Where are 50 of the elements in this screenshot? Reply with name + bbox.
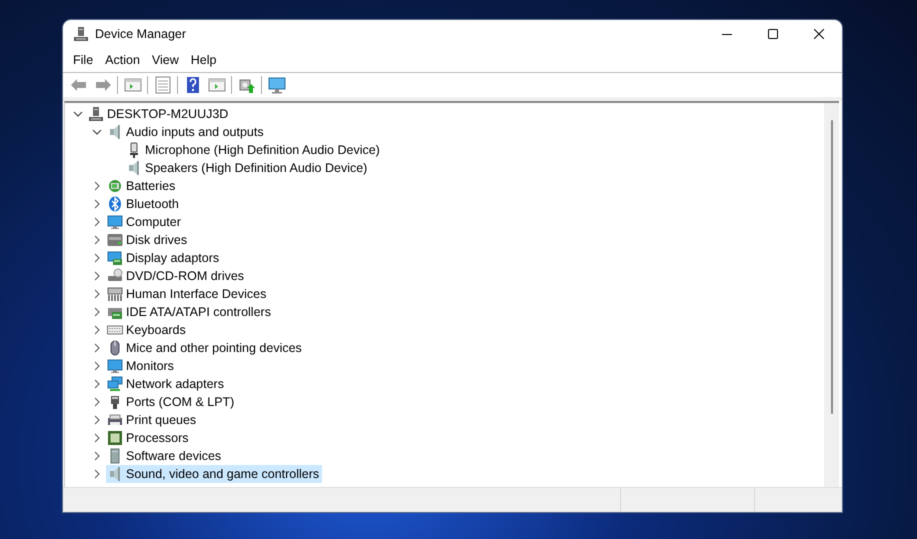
properties-icon xyxy=(154,76,172,94)
tree-item[interactable]: Batteries xyxy=(106,177,178,195)
speaker-icon xyxy=(126,160,142,176)
menu-item[interactable]: View xyxy=(146,51,185,69)
chip-icon xyxy=(107,430,123,446)
menu-item[interactable]: Help xyxy=(184,51,222,69)
tree-item[interactable]: Microphone (High Definition Audio Device) xyxy=(125,141,383,159)
tree-item[interactable]: Monitors xyxy=(106,357,177,375)
drive-icon xyxy=(107,232,123,248)
tree-item[interactable]: DESKTOP-M2UUJ3D xyxy=(87,105,232,123)
forward-icon xyxy=(94,76,112,94)
computer-tower-icon xyxy=(88,106,104,122)
tree-item[interactable]: IDE ATA/ATAPI controllers xyxy=(106,303,274,321)
battery-icon xyxy=(107,178,123,194)
tree-item[interactable]: Bluetooth xyxy=(106,195,182,213)
monitor-icon xyxy=(107,358,123,374)
speaker-icon xyxy=(107,466,123,482)
tree-item[interactable]: Software devices xyxy=(106,447,224,465)
monitor-icon xyxy=(107,214,123,230)
scrollbar[interactable] xyxy=(824,103,839,487)
window-title: Device Manager xyxy=(95,27,188,41)
tree-item[interactable]: Disk drives xyxy=(106,231,190,249)
tree-item[interactable]: Mice and other pointing devices xyxy=(106,339,305,357)
action-pane-icon xyxy=(208,76,226,94)
tree-item[interactable]: Audio inputs and outputs xyxy=(106,123,267,141)
display-adapter-icon xyxy=(107,250,123,266)
bluetooth-icon xyxy=(107,196,123,212)
tree-item[interactable]: Network adapters xyxy=(106,375,227,393)
hid-icon xyxy=(107,286,123,302)
maximize-icon xyxy=(768,29,778,39)
tree-item[interactable]: Ports (COM & LPT) xyxy=(106,393,238,411)
device-monitor-icon xyxy=(268,76,286,94)
menu-item[interactable]: File xyxy=(67,51,100,69)
tree-item[interactable]: Human Interface Devices xyxy=(106,285,270,303)
printer-icon xyxy=(107,412,123,428)
tree-item[interactable]: DVD/CD-ROM drives xyxy=(106,267,248,285)
disc-drive-icon xyxy=(107,268,123,284)
tree-item[interactable]: Keyboards xyxy=(106,321,189,339)
menu-item[interactable]: Action xyxy=(99,51,146,69)
speaker-icon xyxy=(107,124,123,140)
app-icon xyxy=(73,26,89,42)
tree-item[interactable]: Print queues xyxy=(106,411,200,429)
tree-item[interactable]: Speakers (High Definition Audio Device) xyxy=(125,159,370,177)
tree-item[interactable]: Computer xyxy=(106,213,184,231)
tree-item[interactable]: Display adaptors xyxy=(106,249,222,267)
tree-item[interactable]: Sound, video and game controllers xyxy=(106,465,322,483)
close-icon xyxy=(814,29,824,39)
tree-item[interactable]: Processors xyxy=(106,429,192,447)
network-icon xyxy=(107,376,123,392)
show-hide-icon xyxy=(124,76,142,94)
